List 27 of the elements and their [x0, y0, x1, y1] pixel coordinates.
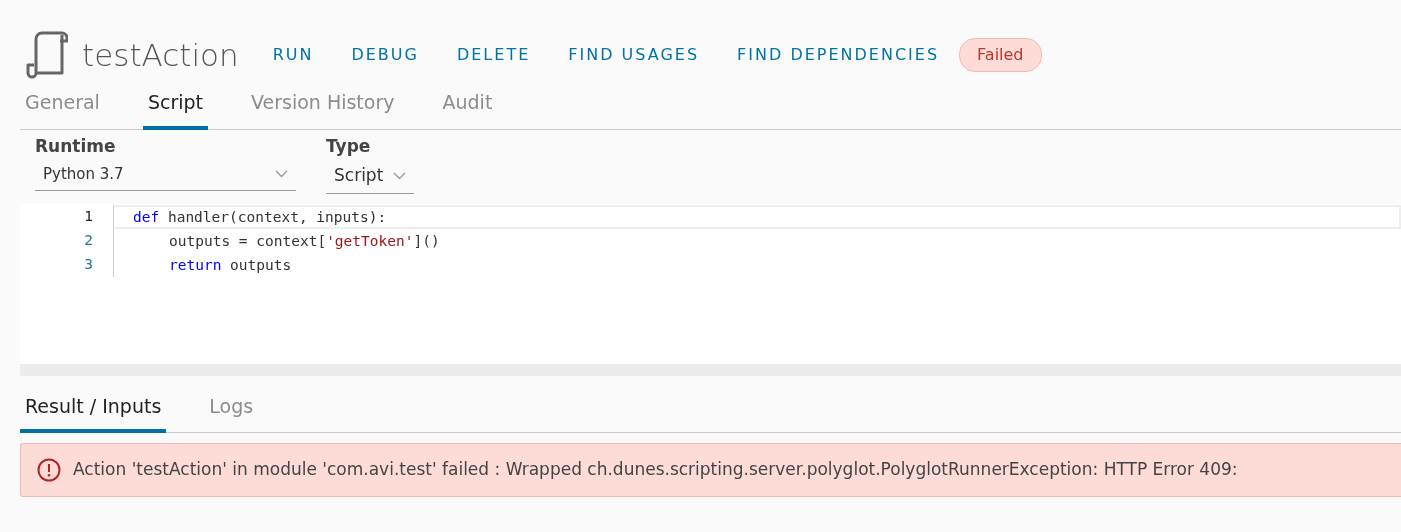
line-number: 1 — [83, 206, 94, 226]
action-link[interactable]: RUN — [272, 43, 314, 67]
tab[interactable]: Logs — [204, 387, 259, 433]
action-link[interactable]: DELETE — [456, 43, 531, 67]
tab[interactable]: Audit — [437, 84, 498, 130]
chevron-down-icon — [275, 170, 288, 179]
tab[interactable]: Version History — [246, 84, 400, 130]
line-number: 3 — [83, 254, 94, 274]
code-line: outputs = context['getToken']() — [113, 228, 1401, 253]
tab[interactable]: Result / Inputs — [20, 387, 167, 433]
field-label: Runtime — [35, 134, 117, 158]
action-link[interactable]: DEBUG — [351, 43, 419, 67]
line-number: 2 — [83, 230, 94, 250]
field-label: Type — [326, 134, 372, 158]
action-link[interactable]: FIND DEPENDENCIES — [737, 43, 940, 67]
tab[interactable]: Script — [142, 84, 208, 130]
error-message: Action 'testAction' in module 'com.avi.test' failed : Wrapped ch.dunes.scripting.server.polyglot.PolyglotRunnerException: HTTP Error 409: — [73, 458, 1238, 481]
status-badge: Failed — [959, 38, 1042, 72]
tab[interactable]: General — [20, 84, 105, 130]
action-link[interactable]: FIND USAGES — [568, 43, 700, 67]
page-title: testAction — [82, 35, 239, 75]
chevron-down-icon — [393, 171, 407, 180]
error-icon — [37, 457, 61, 482]
code-editor[interactable]: 1 def handler(context, inputs): 2 outputs = context['getToken']() 3 return outputs — [20, 203, 1401, 376]
type-dropdown[interactable]: Script — [326, 159, 415, 194]
runtime-dropdown[interactable]: Python 3.7 — [35, 159, 296, 191]
code-line: return outputs — [113, 252, 1401, 277]
